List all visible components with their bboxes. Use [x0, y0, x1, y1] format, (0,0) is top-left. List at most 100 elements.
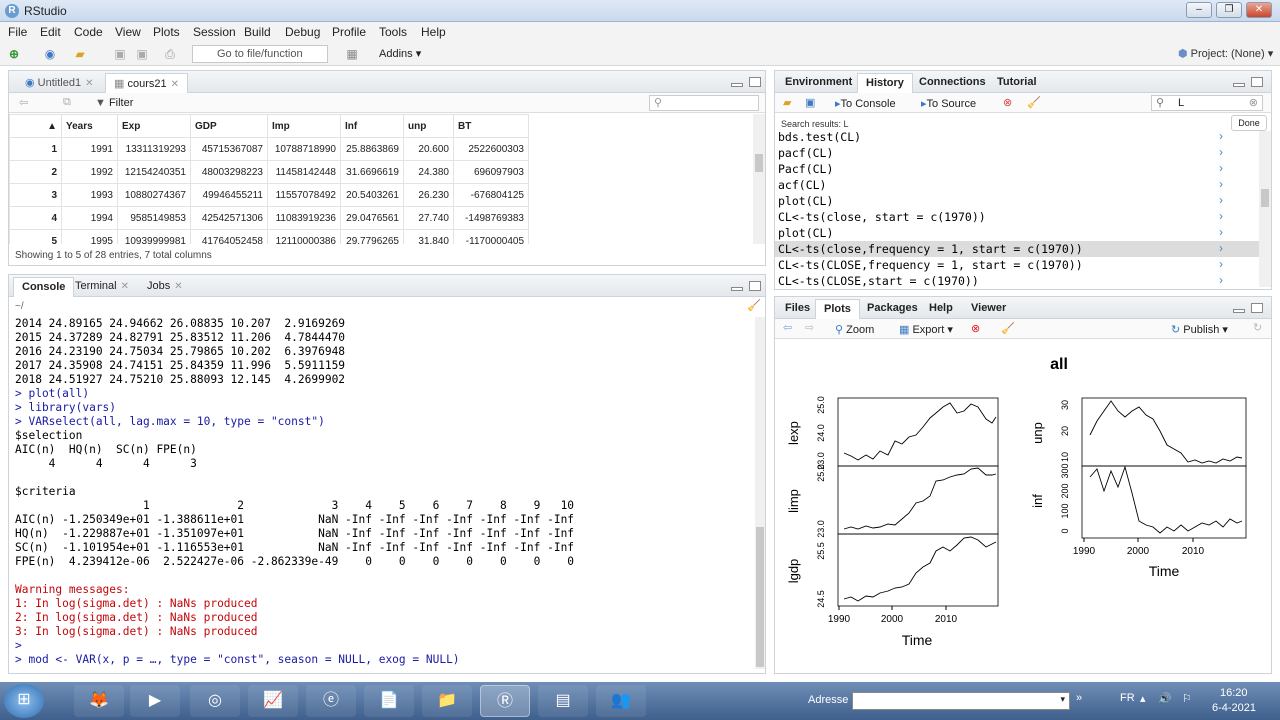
clear-console-icon[interactable]: 🧹	[747, 299, 761, 312]
internet-explorer-icon[interactable]: ⓔ	[306, 685, 356, 717]
menu-file[interactable]: File	[8, 25, 27, 39]
language-indicator[interactable]: FR	[1120, 692, 1135, 704]
menu-view[interactable]: View	[115, 25, 141, 39]
tab-jobs[interactable]: Jobs ✕	[139, 277, 191, 297]
chevron-right-icon[interactable]: ›	[1219, 161, 1223, 177]
volume-icon[interactable]: 🔊	[1158, 692, 1172, 705]
filter-button[interactable]: ▼ Filter	[95, 97, 133, 109]
previous-plot-icon[interactable]: ⇦	[783, 321, 792, 334]
menu-plots[interactable]: Plots	[153, 25, 180, 39]
tab-viewer[interactable]: Viewer	[963, 299, 1014, 319]
address-bar-input[interactable]: ▾	[852, 692, 1070, 710]
rstudio-taskbar-icon[interactable]: Ⓡ	[480, 685, 530, 717]
history-item[interactable]: CL<-ts(close,frequency = 1, start = c(19…	[775, 241, 1259, 257]
history-list[interactable]: bds.test(CL) › pacf(CL) › Pacf(CL) › acf(CL) › p…	[775, 129, 1259, 289]
chevron-right-icon[interactable]: ›	[1219, 257, 1223, 273]
close-button[interactable]: ✕	[1246, 2, 1272, 18]
minimize-pane-icon[interactable]	[731, 287, 743, 291]
export-button[interactable]: ▦ Export ▾	[899, 323, 953, 336]
history-item[interactable]: CL<-ts(CLOSE,start = c(1970)) ›	[775, 273, 1259, 289]
history-item[interactable]: CL<-ts(CLOSE,frequency = 1, start = c(19…	[775, 257, 1259, 273]
column-header[interactable]: Imp	[267, 114, 341, 138]
chart-app-icon[interactable]: 📈	[248, 685, 298, 717]
media-player-icon[interactable]: ▶	[130, 685, 180, 717]
open-file-icon[interactable]: ▰	[72, 46, 88, 62]
tab-history[interactable]: History	[857, 73, 913, 93]
to-source-button[interactable]: ▸To Source	[921, 97, 976, 110]
column-header[interactable]: ▲	[9, 114, 62, 138]
maximize-pane-icon[interactable]	[749, 281, 761, 291]
column-header[interactable]: BT	[453, 114, 529, 138]
tab-plots[interactable]: Plots	[815, 299, 860, 319]
popout-icon[interactable]: ⧉	[63, 96, 71, 109]
maximize-button[interactable]: ❐	[1216, 2, 1242, 18]
column-header[interactable]: Years	[61, 114, 118, 138]
tab-cours21[interactable]: ▦ cours21 ✕	[105, 73, 188, 93]
clock-time[interactable]: 16:20	[1220, 687, 1248, 699]
close-tab-icon[interactable]: ✕	[85, 78, 93, 89]
menu-build[interactable]: Build	[244, 25, 271, 39]
tab-connections[interactable]: Connections	[911, 73, 994, 93]
table-scrollbar[interactable]	[753, 114, 765, 244]
chevron-right-icon[interactable]: ›	[1219, 209, 1223, 225]
publish-button[interactable]: ↻ Publish ▾	[1171, 323, 1228, 336]
remove-plot-icon[interactable]: ⊗	[971, 322, 980, 335]
maximize-pane-icon[interactable]	[1251, 303, 1263, 313]
maximize-pane-icon[interactable]	[1251, 77, 1263, 87]
zoom-button[interactable]: ⚲ Zoom	[835, 323, 874, 336]
tab-tutorial[interactable]: Tutorial	[989, 73, 1045, 93]
minimize-pane-icon[interactable]	[1233, 309, 1245, 313]
tab-untitled1[interactable]: ◉ Untitled1 ✕	[17, 73, 101, 93]
chevron-right-icon[interactable]: ›	[1219, 145, 1223, 161]
menu-session[interactable]: Session	[193, 25, 236, 39]
console-scrollbar[interactable]	[755, 317, 765, 669]
chrome-icon[interactable]: ◎	[190, 685, 240, 717]
back-icon[interactable]: ⇦	[19, 96, 28, 109]
tab-console[interactable]: Console	[13, 277, 75, 297]
new-file-icon[interactable]: ⊕	[6, 46, 22, 62]
menu-tools[interactable]: Tools	[379, 25, 407, 39]
history-item[interactable]: Pacf(CL) ›	[775, 161, 1259, 177]
minimize-pane-icon[interactable]	[731, 83, 743, 87]
save-all-icon[interactable]: ▣	[134, 46, 150, 62]
tab-files[interactable]: Files	[777, 299, 818, 319]
history-item[interactable]: plot(CL) ›	[775, 193, 1259, 209]
menu-debug[interactable]: Debug	[285, 25, 320, 39]
menu-help[interactable]: Help	[421, 25, 446, 39]
column-header[interactable]: unp	[403, 114, 454, 138]
close-tab-icon[interactable]: ✕	[171, 79, 179, 90]
close-tab-icon[interactable]: ✕	[121, 281, 129, 292]
history-item[interactable]: pacf(CL) ›	[775, 145, 1259, 161]
clear-plots-icon[interactable]: 🧹	[1001, 322, 1015, 335]
presentation-icon[interactable]: ▤	[538, 685, 588, 717]
tab-help[interactable]: Help	[921, 299, 961, 319]
teams-icon[interactable]: 👥	[596, 685, 646, 717]
chevron-right-icon[interactable]: ›	[1219, 273, 1223, 289]
clear-history-icon[interactable]: 🧹	[1027, 96, 1041, 109]
chevron-right-icon[interactable]: ›	[1219, 241, 1223, 257]
expand-tray-icon[interactable]: ▴	[1140, 692, 1146, 705]
save-icon[interactable]: ▣	[112, 46, 128, 62]
tab-packages[interactable]: Packages	[859, 299, 926, 319]
chevron-right-icon[interactable]: ›	[1219, 193, 1223, 209]
remove-entry-icon[interactable]: ⊗	[1003, 96, 1012, 109]
project-menu[interactable]: ⬢ Project: (None) ▾	[1178, 47, 1273, 60]
history-search-input[interactable]: ⚲ L ⊗	[1151, 95, 1263, 111]
firefox-icon[interactable]: 🦊	[74, 685, 124, 717]
to-console-button[interactable]: ▸To Console	[835, 97, 896, 110]
load-history-icon[interactable]: ▰	[783, 96, 791, 109]
pdf-icon[interactable]: 📄	[364, 685, 414, 717]
arrows-icon[interactable]: »	[1076, 692, 1082, 704]
addins-menu[interactable]: Addins ▾	[379, 47, 421, 60]
menu-profile[interactable]: Profile	[332, 25, 366, 39]
tab-environment[interactable]: Environment	[777, 73, 860, 93]
next-plot-icon[interactable]: ⇨	[805, 321, 814, 334]
minimize-button[interactable]: –	[1186, 2, 1212, 18]
close-tab-icon[interactable]: ✕	[174, 281, 182, 292]
menu-code[interactable]: Code	[74, 25, 103, 39]
print-icon[interactable]: ⎙	[162, 46, 178, 62]
refresh-icon[interactable]: ↻	[1253, 321, 1262, 334]
table-search-input[interactable]: ⚲	[649, 95, 759, 111]
menu-edit[interactable]: Edit	[40, 25, 61, 39]
history-item[interactable]: plot(CL) ›	[775, 225, 1259, 241]
